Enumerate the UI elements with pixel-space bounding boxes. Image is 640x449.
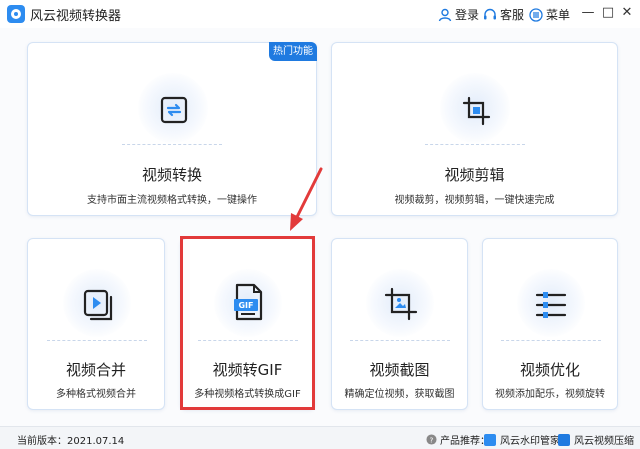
card-desc: 多种格式视频合并 <box>56 389 136 400</box>
crop-icon <box>462 96 491 126</box>
compress-app-label: 风云视频压缩 <box>574 436 634 447</box>
menu-icon <box>529 7 543 22</box>
card-title: 视频截图 <box>369 361 430 379</box>
watermark-app-label: 风云水印管家 <box>500 436 560 447</box>
card-desc: 视频裁剪，视频剪辑，一键快速完成 <box>394 195 555 206</box>
card-desc: 精确定位视频，获取截图 <box>344 389 455 400</box>
highlight-box <box>180 236 315 410</box>
dash-divider <box>350 340 450 341</box>
card-video-edit[interactable]: 视频剪辑 视频裁剪，视频剪辑，一键快速完成 <box>331 42 618 216</box>
card-video-convert[interactable]: 热门功能 视频转换 支持市面主流视频格式转换，一键操作 <box>27 42 317 216</box>
card-title: 视频优化 <box>519 361 580 379</box>
title-bar: 风云视频转换器 登录 客服 菜单 — □ ✕ <box>0 0 640 28</box>
image-crop-icon <box>384 287 418 321</box>
card-video-screenshot[interactable]: 视频截图 精确定位视频，获取截图 <box>331 238 468 410</box>
dash-divider <box>47 340 147 341</box>
headset-icon <box>484 8 496 19</box>
card-desc: 支持市面主流视频格式转换，一键操作 <box>87 195 257 206</box>
recommend-label: ? 产品推荐： <box>426 432 490 447</box>
watermark-app-icon <box>484 433 496 446</box>
card-title: 视频合并 <box>65 361 126 379</box>
merge-icon <box>83 289 113 321</box>
minimize-button[interactable]: — <box>579 4 597 22</box>
version-text: 当前版本：2021.07.14 <box>17 436 125 447</box>
card-video-optimize[interactable]: 视频优化 视频添加配乐，视频旋转 <box>482 238 618 410</box>
service-button[interactable]: 客服 <box>483 6 524 23</box>
card-title: 视频剪辑 <box>444 166 505 184</box>
hot-feature-badge: 热门功能 <box>269 42 317 61</box>
user-icon <box>438 8 452 21</box>
dash-divider <box>425 144 525 145</box>
svg-text:?: ? <box>430 435 434 444</box>
login-label: 登录 <box>455 8 480 22</box>
maximize-button[interactable]: □ <box>599 4 617 22</box>
card-title: 视频转换 <box>141 166 202 184</box>
app-logo-icon <box>7 5 25 23</box>
recommend-text: 产品推荐： <box>440 436 490 447</box>
app-title: 风云视频转换器 <box>30 9 122 24</box>
service-label: 客服 <box>500 8 525 22</box>
compress-app-link[interactable]: 风云视频压缩 <box>558 432 634 447</box>
watermark-app-link[interactable]: 风云水印管家 <box>484 432 560 447</box>
login-button[interactable]: 登录 <box>438 6 479 23</box>
sliders-icon <box>535 292 567 318</box>
annotation-arrow-icon <box>290 167 323 231</box>
close-button[interactable]: ✕ <box>618 4 636 22</box>
card-video-merge[interactable]: 视频合并 多种格式视频合并 <box>27 238 165 410</box>
dash-divider <box>122 144 222 145</box>
menu-button[interactable]: 菜单 <box>529 6 570 23</box>
menu-label: 菜单 <box>546 8 571 22</box>
help-icon: ? <box>426 434 437 445</box>
dash-divider <box>501 340 601 341</box>
refresh-icon <box>160 96 188 124</box>
card-desc: 视频添加配乐，视频旋转 <box>495 389 605 400</box>
compress-app-icon <box>558 433 570 446</box>
footer-bar: 当前版本：2021.07.14 ? 产品推荐： 风云水印管家 风云视频压缩 <box>0 426 640 449</box>
